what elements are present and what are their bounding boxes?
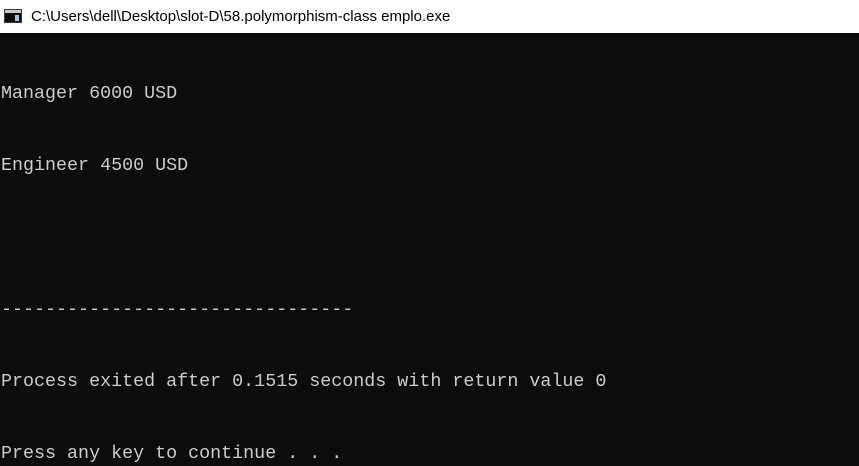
console-line: Press any key to continue . . .: [1, 443, 343, 464]
console-line: Process exited after 0.1515 seconds with…: [1, 371, 607, 392]
console-output[interactable]: Manager 6000 USD Engineer 4500 USD -----…: [1, 34, 857, 466]
window-title: C:\Users\dell\Desktop\slot-D\58.polymorp…: [31, 8, 451, 25]
console-line: Engineer 4500 USD: [1, 155, 189, 176]
title-bar[interactable]: C:\Users\dell\Desktop\slot-D\58.polymorp…: [0, 0, 859, 33]
console-line: Manager 6000 USD: [1, 83, 178, 104]
console-window: C:\Users\dell\Desktop\slot-D\58.polymorp…: [0, 0, 859, 466]
console-separator: --------------------------------: [1, 299, 354, 320]
console-app-icon[interactable]: [4, 9, 22, 23]
